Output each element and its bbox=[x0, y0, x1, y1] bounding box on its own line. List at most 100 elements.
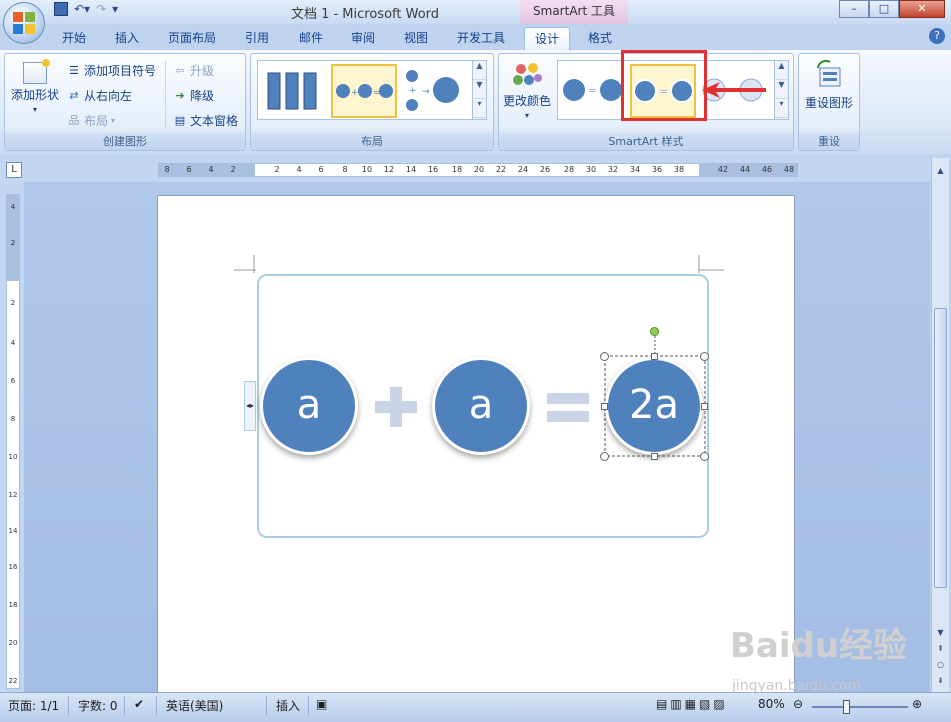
page-count[interactable]: 页面: 1/1 bbox=[8, 697, 59, 714]
tab-design[interactable]: 设计 bbox=[524, 27, 570, 50]
horizontal-ruler[interactable]: L 8 6 4 2 2 4 6 8 10 12 14 16 18 20 22 24 26 28 30 32 34 36 38… bbox=[0, 158, 930, 182]
equals-sign-icon bbox=[547, 393, 589, 422]
resize-handle-se[interactable] bbox=[700, 452, 709, 461]
ruler-tick: 22 bbox=[495, 165, 507, 174]
view-buttons[interactable]: ▤▥▦▧▨ bbox=[656, 697, 728, 711]
resize-handle-nw[interactable] bbox=[600, 352, 609, 361]
resize-handle-ne[interactable] bbox=[700, 352, 709, 361]
ruler-tick: 4 bbox=[10, 339, 16, 347]
ruler-tick: 32 bbox=[607, 165, 619, 174]
demote-arrow-icon: ➔ bbox=[175, 88, 185, 102]
select-browse-object-icon[interactable]: ○ bbox=[933, 658, 948, 672]
office-button[interactable] bbox=[3, 2, 45, 44]
selection-outline bbox=[604, 332, 706, 457]
scroll-thumb[interactable] bbox=[934, 308, 947, 588]
vertical-scrollbar[interactable]: ▲ ▼ ⇞ ○ ⇟ bbox=[931, 158, 949, 692]
tab-insert[interactable]: 插入 bbox=[108, 27, 146, 50]
previous-page-icon[interactable]: ⇞ bbox=[933, 642, 948, 656]
tab-developer[interactable]: 开发工具 bbox=[450, 27, 512, 50]
bullet-list-icon: ☰ bbox=[69, 63, 79, 77]
layout-option-3[interactable]: + → bbox=[401, 64, 467, 118]
swap-arrows-icon: ⇄ bbox=[69, 88, 79, 102]
add-shape-button[interactable]: 添加形状 ▾ bbox=[11, 59, 59, 114]
layouts-gallery-scroll[interactable]: ▲ ▼ ▾ bbox=[472, 61, 486, 119]
resize-handle-n[interactable] bbox=[651, 353, 658, 360]
add-shape-icon bbox=[23, 59, 50, 84]
ruler-tick: 20 bbox=[473, 165, 485, 174]
layout-button[interactable]: 品布局 ▾ bbox=[67, 112, 116, 129]
reset-graphic-button[interactable]: 重设图形 bbox=[805, 60, 853, 111]
ruler-tick: 30 bbox=[585, 165, 597, 174]
ruler-tick: 6 bbox=[318, 165, 324, 174]
style-option-1[interactable]: = bbox=[560, 64, 626, 118]
ruler-tick: 12 bbox=[8, 491, 18, 499]
promote-button[interactable]: ⇦ 升级 bbox=[173, 62, 214, 79]
right-to-left-button[interactable]: ⇄ 从右向左 bbox=[67, 87, 132, 104]
highlight-box bbox=[621, 50, 707, 121]
demote-button[interactable]: ➔ 降级 bbox=[173, 87, 214, 104]
ruler-tick: 2 bbox=[274, 165, 280, 174]
equation-thumbnail-icon: + = bbox=[336, 84, 393, 98]
layout-option-equation[interactable]: + = bbox=[331, 64, 397, 118]
minimize-button[interactable]: – bbox=[839, 0, 869, 18]
proofing-icon[interactable]: ✔ bbox=[134, 697, 144, 711]
text-pane-toggle[interactable]: ◂▸ bbox=[244, 381, 256, 431]
add-bullet-button[interactable]: ☰ 添加项目符号 bbox=[67, 62, 156, 79]
svg-text:+: + bbox=[409, 86, 417, 96]
rotate-handle[interactable] bbox=[650, 327, 659, 336]
vertical-ruler[interactable]: 4 2 2 4 6 8 10 12 14 16 18 20 22 bbox=[0, 182, 24, 692]
resize-handle-e[interactable] bbox=[701, 403, 708, 410]
ruler-tick: 28 bbox=[563, 165, 575, 174]
ribbon: 添加形状 ▾ ☰ 添加项目符号 ⇄ 从右向左 品布局 ▾ ⇦ 升级 ➔ 降级 ▤ 文本窗格 … bbox=[0, 50, 951, 154]
ruler-tick: 8 bbox=[164, 165, 170, 174]
close-button[interactable]: ✕ bbox=[899, 0, 945, 18]
ruler-tick: 18 bbox=[8, 601, 18, 609]
ruler-tick: 10 bbox=[361, 165, 373, 174]
group-label-create-graphic: 创建图形 bbox=[5, 133, 245, 150]
resize-handle-sw[interactable] bbox=[600, 452, 609, 461]
layouts-gallery: + = + → ▲ ▼ ▾ bbox=[257, 60, 487, 120]
help-icon[interactable]: ? bbox=[929, 28, 945, 44]
resize-handle-w[interactable] bbox=[601, 403, 608, 410]
text-pane-icon: ▤ bbox=[174, 113, 186, 127]
language-indicator[interactable]: 英语(美国) bbox=[166, 697, 223, 714]
watermark-brand: Baidu经验 bbox=[730, 626, 908, 666]
smartart-shape-1[interactable]: a bbox=[260, 357, 358, 455]
ruler-tick: 34 bbox=[629, 165, 641, 174]
ruler-tick: 2 bbox=[10, 299, 16, 307]
tab-page-layout[interactable]: 页面布局 bbox=[162, 27, 222, 50]
tab-mailings[interactable]: 邮件 bbox=[292, 27, 330, 50]
tab-view[interactable]: 视图 bbox=[397, 27, 435, 50]
maximize-button[interactable]: □ bbox=[869, 0, 899, 18]
tab-selector-icon[interactable]: L bbox=[6, 162, 22, 178]
layout-option-1[interactable] bbox=[261, 64, 327, 118]
word-count[interactable]: 字数: 0 bbox=[78, 697, 118, 714]
zoom-slider-thumb[interactable] bbox=[843, 700, 850, 714]
ruler-tick: 10 bbox=[8, 453, 18, 461]
tab-review[interactable]: 审阅 bbox=[344, 27, 382, 50]
tab-home[interactable]: 开始 bbox=[55, 27, 93, 50]
next-page-icon[interactable]: ⇟ bbox=[933, 674, 948, 688]
promote-arrow-icon: ⇦ bbox=[175, 63, 185, 77]
text-pane-button[interactable]: ▤ 文本窗格 bbox=[173, 112, 238, 129]
tab-references[interactable]: 引用 bbox=[238, 27, 276, 50]
zoom-slider[interactable] bbox=[812, 706, 908, 708]
tab-format[interactable]: 格式 bbox=[580, 27, 620, 50]
scroll-down-icon[interactable]: ▼ bbox=[933, 626, 948, 640]
styles-gallery-scroll[interactable]: ▲ ▼ ▾ bbox=[774, 61, 788, 119]
resize-handle-s[interactable] bbox=[651, 453, 658, 460]
ribbon-tabs: 开始 插入 页面布局 引用 邮件 审阅 视图 开发工具 设计 格式 ? bbox=[0, 24, 951, 50]
change-colors-button[interactable]: 更改颜色 ▾ bbox=[503, 60, 551, 120]
zoom-level[interactable]: 80% bbox=[758, 697, 785, 711]
ruler-tick: 6 bbox=[186, 165, 192, 174]
zoom-out-icon[interactable]: ⊖ bbox=[793, 697, 803, 711]
ruler-tick: 46 bbox=[761, 165, 773, 174]
smartart-shape-2[interactable]: a bbox=[432, 357, 530, 455]
scroll-up-icon[interactable]: ▲ bbox=[933, 164, 948, 178]
ruler-tick: 22 bbox=[8, 677, 18, 685]
color-palette-icon bbox=[513, 63, 542, 85]
zoom-in-icon[interactable]: ⊕ bbox=[912, 697, 922, 711]
group-create-graphic: 添加形状 ▾ ☰ 添加项目符号 ⇄ 从右向左 品布局 ▾ ⇦ 升级 ➔ 降级 ▤ 文本窗格 … bbox=[4, 53, 246, 151]
macro-record-icon[interactable]: ▣ bbox=[316, 697, 327, 711]
insert-mode[interactable]: 插入 bbox=[276, 697, 300, 714]
